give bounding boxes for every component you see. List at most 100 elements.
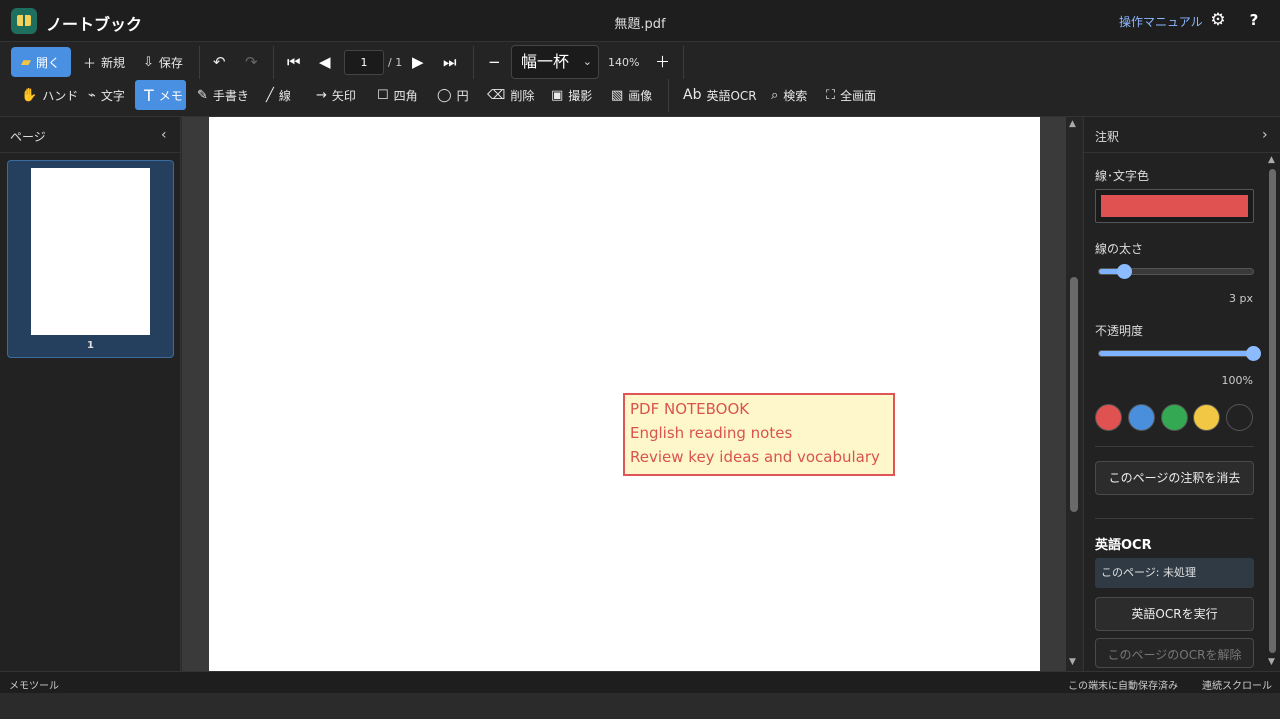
tool-arrow[interactable]: → 矢印 (316, 80, 356, 110)
thumbnail-page-number: 1 (87, 340, 94, 351)
ocr-heading: 英語OCR (1095, 538, 1152, 553)
pdf-page[interactable]: PDF NOTEBOOK English reading notes Revie… (209, 117, 1040, 671)
memo-note[interactable]: PDF NOTEBOOK English reading notes Revie… (623, 393, 895, 476)
opacity-slider-fill (1099, 351, 1253, 356)
prev-page-icon[interactable]: ◀ (319, 50, 331, 74)
opacity-slider[interactable] (1098, 346, 1261, 361)
text-cursor-icon: ⌁ (88, 87, 96, 103)
tool-text-label: 文字 (100, 88, 125, 103)
note-line: PDF NOTEBOOK (630, 400, 750, 418)
swatch-black[interactable] (1226, 404, 1253, 431)
scrollbar-thumb[interactable] (1269, 169, 1276, 653)
swatch-blue[interactable] (1128, 404, 1155, 431)
page-panel-title: ページ (10, 130, 46, 144)
status-bar: メモツール この端末に自動保存済み 連続スクロール (0, 671, 1280, 693)
tool-text[interactable]: ⌁ 文字 (88, 80, 125, 110)
last-page-icon[interactable]: ⏭ (443, 50, 457, 74)
arrow-right-icon: → (316, 87, 327, 103)
window-bottom (0, 693, 1280, 719)
ab-icon: Ab (683, 87, 702, 103)
redo-icon[interactable]: ↷ (245, 47, 258, 77)
tool-ocr-label: 英語OCR (706, 88, 757, 103)
manual-link[interactable]: 操作マニュアル (1119, 13, 1203, 30)
new-button[interactable]: ＋ 新規 (83, 47, 125, 77)
zoom-in-icon[interactable]: ＋ (655, 50, 670, 74)
first-page-icon[interactable]: ⏮ (287, 50, 301, 74)
color-picker[interactable] (1095, 189, 1254, 223)
page-total: / 1 (388, 56, 403, 69)
status-scroll-mode[interactable]: 連続スクロール (1202, 677, 1272, 692)
download-icon: ⇩ (143, 54, 154, 70)
title-bar: ノートブック 無題.pdf 操作マニュアル ⚙ ? (0, 0, 1280, 42)
open-button[interactable]: ▰ 開く (11, 47, 71, 77)
tool-image[interactable]: ▧ 画像 (611, 80, 652, 110)
current-color-swatch (1101, 195, 1248, 217)
thickness-slider-handle[interactable] (1116, 264, 1132, 279)
chevron-down-icon: ⌄ (582, 55, 592, 68)
tool-rect[interactable]: ☐ 四角 (377, 80, 418, 110)
collapse-left-icon[interactable]: ‹ (161, 127, 167, 143)
scrollbar-thumb[interactable] (1070, 277, 1078, 512)
note-line: Review key ideas and vocabulary (630, 448, 880, 466)
tool-line-label: 線 (278, 88, 291, 103)
page-thumbnail[interactable]: 1 (7, 160, 174, 358)
annotation-panel: 注釈 › 線･文字色 線の太さ 3 px 不透明度 100% このページの注釈を… (1083, 117, 1280, 671)
collapse-right-icon[interactable]: › (1262, 127, 1268, 143)
gear-icon[interactable]: ⚙ (1208, 10, 1228, 30)
status-mode: メモツール (9, 681, 59, 692)
scroll-up-icon[interactable]: ▲ (1268, 155, 1275, 165)
clear-annotations-button[interactable]: このページの注釈を消去 (1095, 461, 1254, 495)
save-button[interactable]: ⇩ 保存 (143, 47, 183, 77)
panel-scrollbar[interactable]: ▲ ▼ (1265, 153, 1280, 671)
opacity-label: 不透明度 (1095, 324, 1144, 338)
tool-capture-label: 撮影 (568, 88, 593, 103)
zoom-out-icon[interactable]: − (488, 50, 501, 74)
fullscreen-icon: ⛶ (826, 87, 836, 103)
help-button[interactable]: ? (1246, 10, 1262, 30)
zoom-mode-value: 幅一杯 (521, 52, 570, 71)
tool-memo[interactable]: T メモ (135, 80, 186, 110)
scroll-up-icon[interactable]: ▲ (1069, 119, 1076, 129)
tool-handwrite[interactable]: ✎ 手書き (197, 80, 249, 110)
circle-icon: ◯ (437, 87, 452, 103)
new-label: 新規 (101, 55, 126, 70)
toolbar-divider (683, 46, 684, 79)
section-divider (1095, 446, 1254, 447)
clear-ocr-button[interactable]: このページのOCRを解除 (1095, 638, 1254, 668)
tool-image-label: 画像 (628, 88, 653, 103)
tool-circle[interactable]: ◯ 円 (437, 80, 469, 110)
open-label: 開く (36, 55, 61, 70)
thickness-slider[interactable] (1098, 264, 1254, 279)
tool-hand[interactable]: ✋ ハンド (21, 80, 78, 110)
scroll-down-icon[interactable]: ▼ (1069, 657, 1076, 667)
toolbar-divider (273, 46, 274, 79)
swatch-green[interactable] (1161, 404, 1188, 431)
page-number-input[interactable]: 1 (344, 50, 384, 75)
run-ocr-button[interactable]: 英語OCRを実行 (1095, 597, 1254, 631)
tool-capture[interactable]: ▣ 撮影 (551, 80, 592, 110)
swatch-red[interactable] (1095, 404, 1122, 431)
hand-icon: ✋ (21, 87, 38, 103)
scroll-down-icon[interactable]: ▼ (1268, 657, 1275, 667)
tool-hand-label: ハンド (42, 88, 79, 103)
tool-delete[interactable]: ⌫ 削除 (487, 80, 534, 110)
status-autosave: この端末に自動保存済み (1068, 681, 1178, 692)
opacity-slider-handle[interactable] (1246, 346, 1261, 361)
document-scrollbar[interactable]: ▲ ▼ (1066, 117, 1082, 671)
toolbar: ▰ 開く ＋ 新規 ⇩ 保存 ↶ ↷ ⏮ ◀ 1 / 1 ▶ ⏭ − 幅一杯 ⌄… (0, 42, 1280, 117)
tool-search-label: 検索 (783, 88, 808, 103)
next-page-icon[interactable]: ▶ (412, 50, 424, 74)
tool-line[interactable]: ╱ 線 (266, 80, 291, 110)
tool-arrow-label: 矢印 (331, 88, 356, 103)
undo-icon[interactable]: ↶ (213, 47, 226, 77)
ocr-status: このページ: 未処理 (1095, 558, 1254, 588)
tool-fullscreen[interactable]: ⛶ 全画面 (826, 80, 876, 110)
zoom-mode-select[interactable]: 幅一杯 ⌄ (511, 45, 599, 79)
document-canvas[interactable]: PDF NOTEBOOK English reading notes Revie… (182, 117, 1066, 671)
eraser-icon: ⌫ (487, 87, 506, 103)
tool-search[interactable]: ⌕ 検索 (771, 80, 807, 110)
tool-fullscreen-label: 全画面 (840, 88, 877, 103)
zoom-value: 140% (608, 56, 640, 69)
swatch-yellow[interactable] (1193, 404, 1220, 431)
tool-ocr[interactable]: Ab 英語OCR (683, 80, 757, 110)
